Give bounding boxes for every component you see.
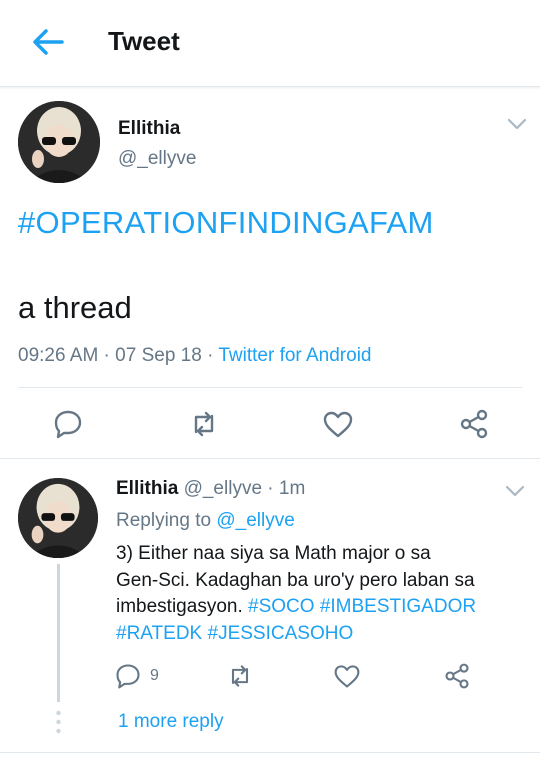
reply-header: Ellithia @_ellyve · 1m bbox=[116, 478, 305, 500]
author-handle[interactable]: @_ellyve bbox=[118, 148, 196, 170]
tweet-source-link[interactable]: Twitter for Android bbox=[218, 345, 371, 366]
reply-avatar[interactable] bbox=[18, 478, 98, 558]
more-replies-link[interactable]: 1 more reply bbox=[118, 711, 224, 733]
retweet-icon[interactable] bbox=[226, 662, 254, 690]
author-name[interactable]: Ellithia bbox=[118, 118, 180, 140]
hashtag-link[interactable]: #IMBESTIGADOR bbox=[320, 596, 476, 617]
divider bbox=[18, 387, 522, 388]
reply-icon[interactable] bbox=[52, 408, 84, 440]
back-arrow-icon[interactable] bbox=[28, 22, 68, 62]
reply-text-line: Gen-Sci. Kadaghan ba uro'y pero laban sa bbox=[116, 569, 475, 591]
avatar[interactable] bbox=[18, 101, 100, 183]
share-icon[interactable] bbox=[458, 408, 490, 440]
meta-separator: · bbox=[262, 478, 279, 499]
tweet-meta: 09:26 AM · 07 Sep 18 · Twitter for Andro… bbox=[18, 345, 371, 367]
app-header: Tweet bbox=[0, 0, 540, 87]
hashtag-link[interactable]: #RATEDK bbox=[116, 623, 202, 644]
tweet-date: 07 Sep 18 bbox=[115, 345, 202, 366]
replying-to-handle[interactable]: @_ellyve bbox=[216, 510, 294, 531]
chevron-down-icon[interactable] bbox=[506, 117, 528, 131]
reply-time: 1m bbox=[278, 478, 306, 499]
hashtag-link[interactable]: #SOCO bbox=[248, 596, 315, 617]
reply-author-handle[interactable]: @_ellyve bbox=[184, 478, 262, 499]
hashtag-link[interactable]: #OPERATIONFINDINGAFAM bbox=[18, 205, 434, 241]
reply-author-name[interactable]: Ellithia bbox=[116, 478, 178, 499]
reply-count: 9 bbox=[150, 667, 159, 684]
reply-text-line: imbestigasyon. #SOCO #IMBESTIGADOR bbox=[116, 594, 526, 621]
page-title: Tweet bbox=[108, 26, 180, 56]
reply-text-fragment: imbestigasyon. bbox=[116, 596, 249, 617]
reply-text-line: #RATEDK #JESSICASOHO bbox=[116, 621, 526, 648]
thread-line bbox=[57, 564, 60, 702]
replying-to: Replying to @_ellyve bbox=[116, 510, 295, 532]
reply-icon[interactable] bbox=[114, 662, 142, 690]
meta-separator: · bbox=[201, 345, 219, 366]
thread-more-dots bbox=[56, 710, 61, 734]
reply-text: 3) Either naa siya sa Math major o sa Ge… bbox=[116, 541, 526, 647]
hashtag-link[interactable]: #JESSICASOHO bbox=[208, 623, 354, 644]
like-icon[interactable] bbox=[322, 408, 354, 440]
divider bbox=[0, 458, 540, 459]
like-icon[interactable] bbox=[333, 662, 361, 690]
tweet-time: 09:26 AM bbox=[18, 345, 99, 366]
share-icon[interactable] bbox=[443, 662, 471, 690]
tweet-text: a thread bbox=[18, 290, 132, 325]
divider bbox=[0, 752, 540, 753]
chevron-down-icon[interactable] bbox=[504, 484, 526, 498]
reply-text-line: 3) Either naa siya sa Math major o sa bbox=[116, 543, 431, 564]
meta-separator: · bbox=[98, 345, 116, 366]
retweet-icon[interactable] bbox=[188, 408, 220, 440]
replying-prefix: Replying to bbox=[116, 510, 217, 531]
